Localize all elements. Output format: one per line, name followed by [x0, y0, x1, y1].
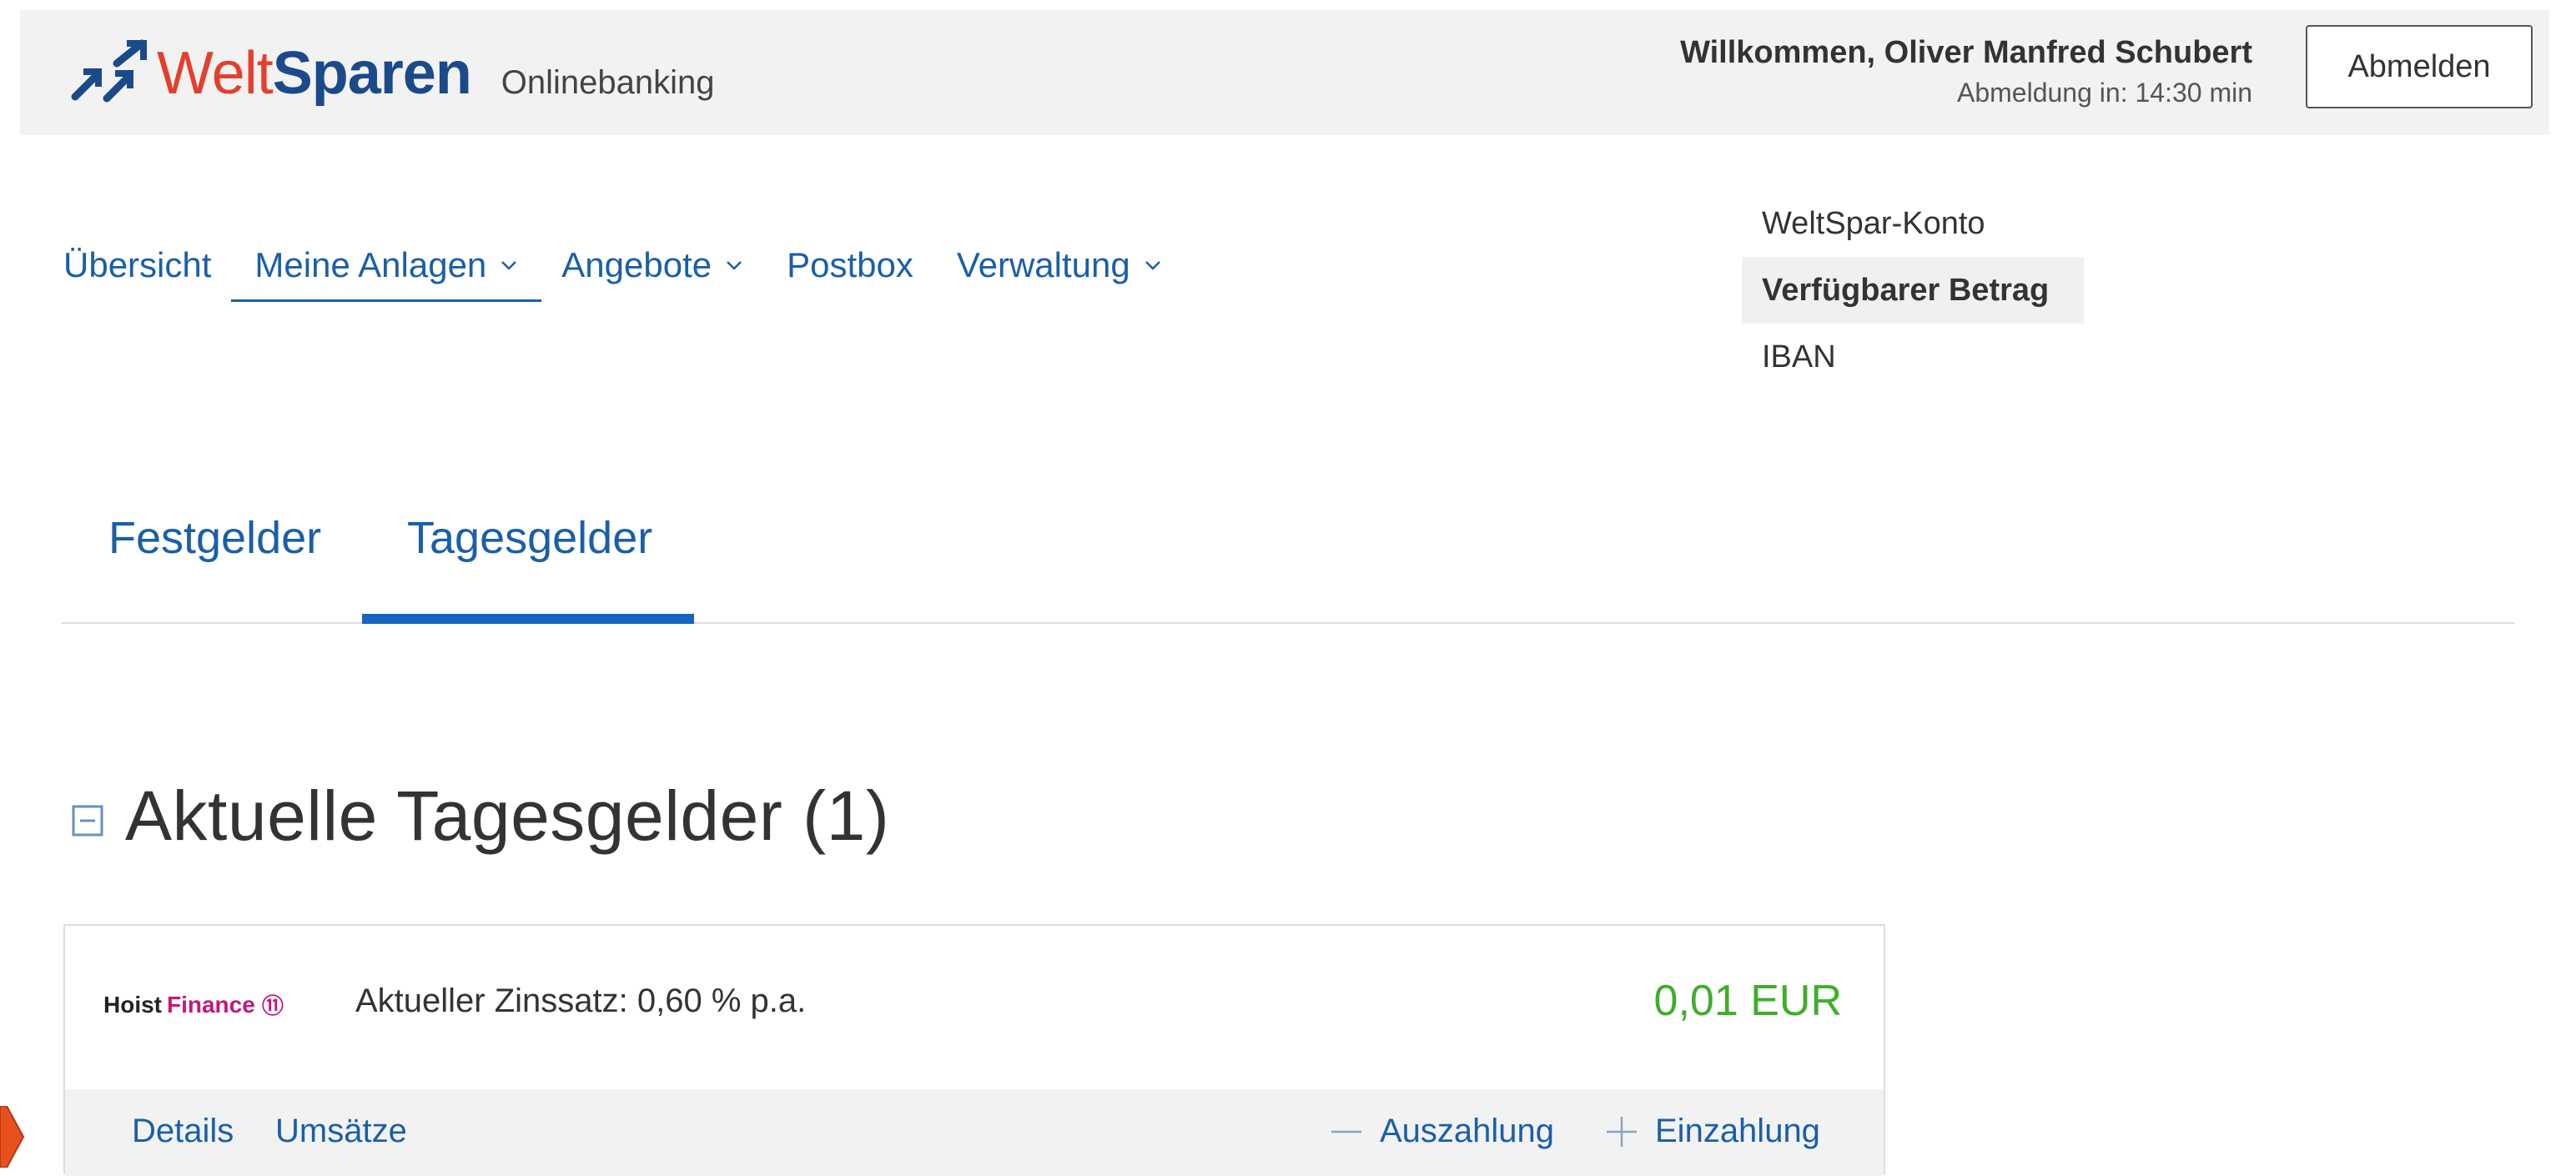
card-actions: Details Umsätze Auszahlung Einzahlung [65, 1089, 1884, 1176]
tab-festgelder[interactable]: Festgelder [108, 512, 321, 564]
einzahlung-label: Einzahlung [1655, 1113, 1820, 1149]
chevron-down-icon [727, 261, 742, 270]
hoist-finance-mark-icon: ⑪ [261, 993, 284, 1018]
section-title: Aktuelle Tagesgelder (1) [125, 776, 890, 855]
logo-subtitle: Onlinebanking [501, 63, 715, 101]
weltsparen-logo-icon [71, 39, 147, 103]
account-item-iban[interactable]: IBAN [1742, 324, 2084, 390]
nav-item-postbox[interactable]: Postbox [787, 242, 913, 302]
account-panel: WeltSpar-Konto Verfügbarer Betrag IBAN [1742, 190, 2084, 390]
welcome-text: Willkommen, Oliver Manfred Schubert [1680, 35, 2252, 70]
nav-item-label: Verwaltung [956, 245, 1130, 284]
pointer-marker-icon [0, 1106, 25, 1168]
auszahlung-link[interactable]: Auszahlung [1330, 1113, 1554, 1150]
logout-timer: Abmeldung in: 14:30 min [1957, 78, 2252, 108]
logout-button[interactable]: Abmelden [2306, 25, 2533, 108]
main-nav: Übersicht Meine Anlagen Angebote Postbox… [63, 242, 1205, 309]
hoist-finance-logo: Hoist Finance ⑪ [103, 989, 284, 1020]
nav-item-meine-anlagen[interactable]: Meine Anlagen [231, 242, 542, 302]
balance-amount: 0,01 EUR [1653, 977, 1842, 1025]
section-header[interactable]: Aktuelle Tagesgelder (1) [72, 776, 889, 857]
plus-icon [1607, 1116, 1637, 1147]
interest-rate: Aktueller Zinssatz: 0,60 % p.a. [355, 983, 807, 1019]
nav-item-verwaltung[interactable]: Verwaltung [957, 242, 1162, 302]
nav-item-angebote[interactable]: Angebote [561, 242, 743, 302]
nav-item-label: Angebote [561, 245, 712, 284]
chevron-down-icon [501, 261, 517, 270]
account-item-verfuegbarer-betrag[interactable]: Verfügbarer Betrag [1742, 257, 2084, 324]
chevron-down-icon [1145, 261, 1160, 270]
active-tab-indicator [362, 614, 694, 624]
tab-tagesgelder[interactable]: Tagesgelder [407, 512, 652, 564]
tagesgeld-card: Hoist Finance ⑪ Aktueller Zinssatz: 0,60… [63, 924, 1885, 1176]
minus-icon [1331, 1130, 1361, 1133]
account-item-weltspar-konto[interactable]: WeltSpar-Konto [1742, 190, 2084, 257]
nav-item-label: Meine Anlagen [254, 245, 487, 284]
details-link[interactable]: Details [132, 1113, 234, 1150]
logo-wordmark: WeltSparen [157, 40, 472, 107]
product-tabs: Festgelder Tagesgelder [62, 500, 2514, 624]
nav-item-label: Übersicht [63, 245, 212, 284]
welcome-block: Willkommen, Oliver Manfred Schubert Abme… [1680, 35, 2252, 108]
collapse-icon[interactable] [72, 805, 103, 837]
nav-item-label: Postbox [787, 245, 913, 284]
umsaetze-link[interactable]: Umsätze [275, 1113, 407, 1150]
weltsparen-logo[interactable]: WeltSparen Onlinebanking [67, 35, 715, 112]
auszahlung-label: Auszahlung [1380, 1113, 1555, 1149]
einzahlung-link[interactable]: Einzahlung [1605, 1113, 1820, 1150]
nav-item-uebersicht[interactable]: Übersicht [63, 242, 211, 302]
top-header: WeltSparen Onlinebanking Willkommen, Oli… [20, 10, 2549, 135]
card-summary: Hoist Finance ⑪ Aktueller Zinssatz: 0,60… [65, 926, 1884, 1089]
